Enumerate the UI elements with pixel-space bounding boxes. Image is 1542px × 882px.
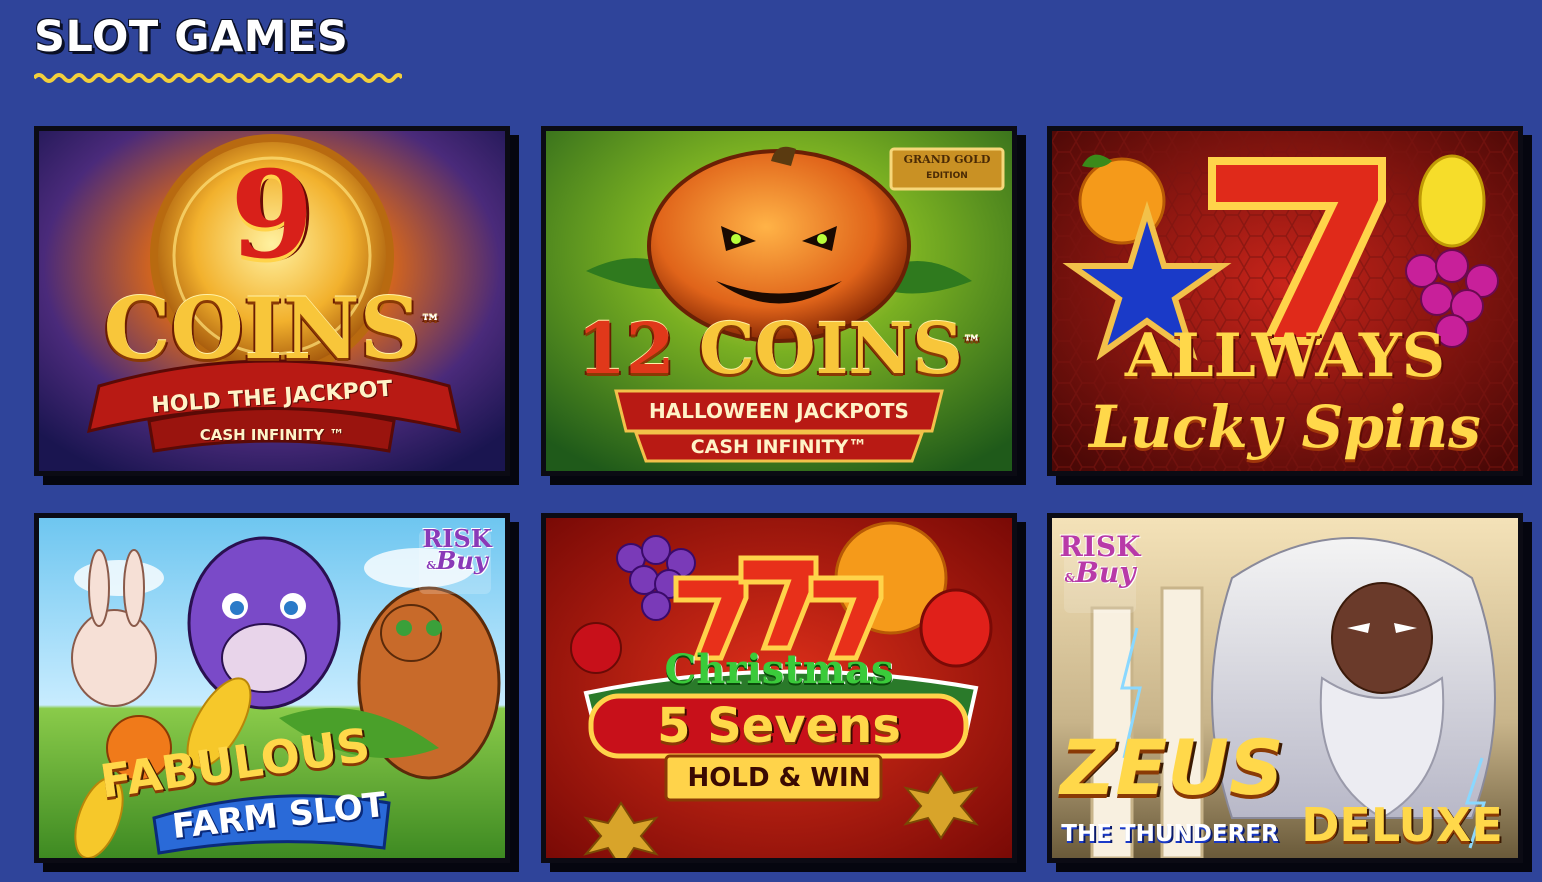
game-card-fabulous-farm-slot[interactable]: RISK &Buy FABULOUS FARM SLOT [34, 513, 510, 863]
game-artwork [1052, 131, 1518, 471]
game-artwork [1052, 518, 1518, 858]
game-artwork [546, 131, 1012, 471]
game-card-christmas-5-sevens[interactable]: Christmas 5 Sevens HOLD & WIN [541, 513, 1017, 863]
game-artwork [39, 518, 505, 858]
slot-games-page: SLOT GAMES 9 COINS™ HOLD THE JACKPOT CAS… [0, 0, 1542, 882]
game-card-9-coins[interactable]: 9 COINS™ HOLD THE JACKPOT CASH INFINITY … [34, 126, 510, 476]
game-card-12-coins[interactable]: GRAND GOLD EDITION 12 COINS™ HALLOWEEN J… [541, 126, 1017, 476]
game-artwork [39, 131, 505, 471]
title-underline [34, 73, 402, 83]
section-title: SLOT GAMES [34, 12, 349, 62]
game-card-allways-lucky-spins[interactable]: ALLWAYS Lucky Spins [1047, 126, 1523, 476]
game-card-zeus-the-thunderer-deluxe[interactable]: RISK &Buy ZEUS THE THUNDERER DELUXE [1047, 513, 1523, 863]
game-artwork [546, 518, 1012, 858]
